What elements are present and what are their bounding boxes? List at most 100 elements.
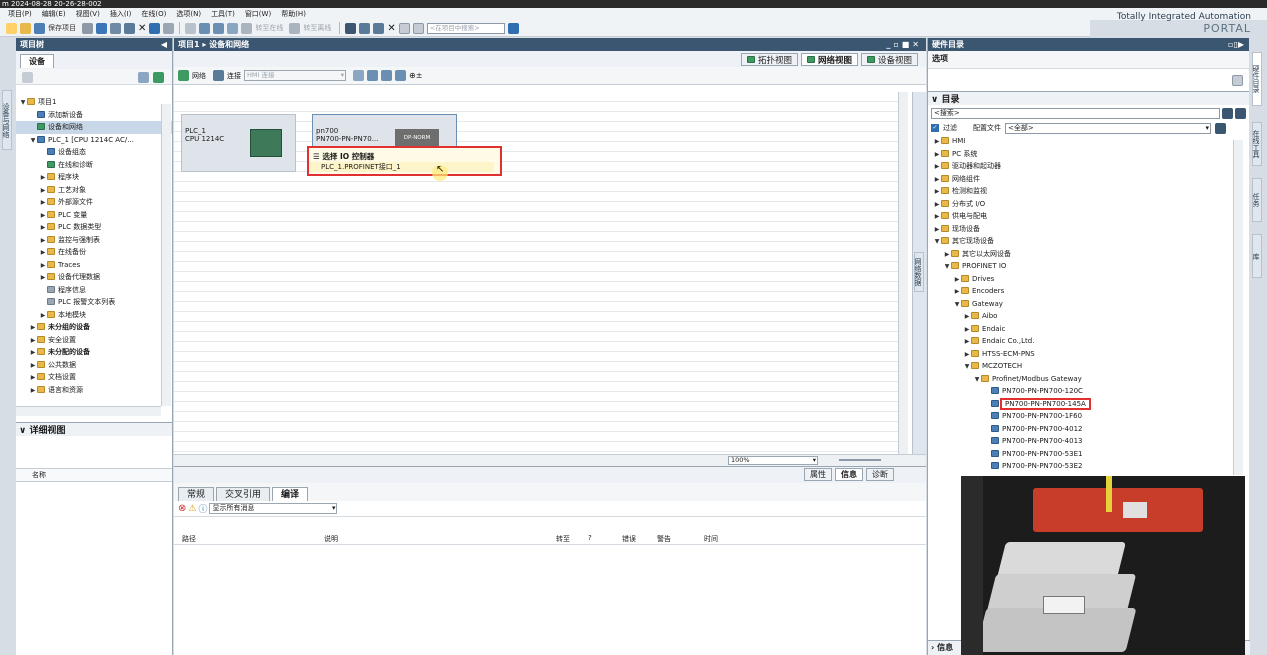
canvas-vscrollbar[interactable] bbox=[898, 92, 908, 454]
message-column-header[interactable]: ? bbox=[588, 534, 592, 542]
catalog-device-item[interactable]: PN700-PN-PN700-53E1 bbox=[933, 448, 1231, 461]
tab-devices[interactable]: 设备 bbox=[20, 54, 54, 68]
zoom-select[interactable]: 100% ▾ bbox=[728, 456, 818, 465]
search-down-icon[interactable] bbox=[1222, 107, 1233, 119]
project-tree-item[interactable]: 在线和诊断 bbox=[16, 159, 172, 172]
error-filter-icon[interactable]: ⊗ bbox=[178, 503, 186, 514]
view-tab-1[interactable]: 网络视图 bbox=[800, 53, 858, 66]
project-tree-item[interactable]: ▶ 语言和资源 bbox=[16, 384, 172, 396]
tree-view-icon[interactable] bbox=[22, 72, 33, 83]
split-editor-icon[interactable] bbox=[373, 22, 385, 34]
io-controller-option[interactable]: PLC_1.PROFINET接口_1 bbox=[309, 162, 494, 172]
split-horizontal-icon[interactable] bbox=[398, 22, 410, 34]
catalog-folder-item[interactable]: ▶ Endaic bbox=[933, 323, 1231, 336]
catalog-folder-item[interactable]: ▶ 驱动器和起动器 bbox=[933, 160, 1231, 173]
info-filter-icon[interactable]: ⓘ bbox=[198, 502, 207, 515]
catalog-device-item[interactable]: PN700-PN-PN700-120C bbox=[933, 385, 1231, 398]
copy-icon[interactable] bbox=[110, 22, 121, 34]
project-tree-item[interactable]: ▶ PLC 变量 bbox=[16, 209, 172, 222]
project-tree-scrollbar[interactable] bbox=[161, 104, 171, 406]
go-online-button[interactable]: 转至在线 bbox=[255, 23, 283, 33]
upload-icon[interactable] bbox=[213, 22, 225, 34]
catalog-folder-item[interactable]: ▶ Drives bbox=[933, 273, 1231, 286]
search-go-icon[interactable] bbox=[507, 22, 519, 34]
window-controls-icon[interactable]: _▫■✕ bbox=[886, 38, 922, 51]
catalog-options-icon[interactable] bbox=[1215, 122, 1226, 134]
connection-type-select[interactable]: HMI 连接 ▾ bbox=[244, 70, 346, 81]
catalog-folder-item[interactable]: ▼ MCZOTECH bbox=[933, 360, 1231, 373]
network-data-vtab[interactable]: 网络数据 bbox=[914, 252, 924, 292]
project-tree-item[interactable]: ▶ 安全设置 bbox=[16, 334, 172, 347]
inspector-tab-1[interactable]: 交叉引用 bbox=[216, 487, 271, 501]
message-column-header[interactable]: 警告 bbox=[657, 534, 671, 544]
project-tree-item[interactable]: 设备和网络 bbox=[16, 121, 172, 134]
catalog-scrollbar[interactable] bbox=[1233, 140, 1243, 475]
filter-checkbox[interactable]: ✓ bbox=[931, 124, 939, 132]
project-tree-item[interactable]: ▶ 未分组的设备 bbox=[16, 321, 172, 334]
menu-item-0[interactable]: 项目(P) bbox=[8, 9, 32, 19]
project-tree-item[interactable]: 程序信息 bbox=[16, 284, 172, 297]
connect-mode-icon[interactable] bbox=[213, 70, 224, 81]
delete-icon[interactable]: ✕ bbox=[138, 23, 146, 34]
network-mode-icon[interactable] bbox=[178, 70, 189, 81]
detail-view-header[interactable]: ∨ 详细视图 bbox=[16, 422, 172, 436]
inspector-top-tab-0[interactable]: 属性 bbox=[804, 468, 832, 481]
devices-networks-vtab[interactable]: 设备与网络 bbox=[2, 90, 12, 150]
collapse-panel-icon[interactable]: ◀ bbox=[161, 38, 167, 51]
message-column-header[interactable]: 时间 bbox=[704, 534, 718, 544]
catalog-folder-item[interactable]: ▶ 其它以太网设备 bbox=[933, 248, 1231, 261]
catalog-device-item[interactable]: PN700-PN-PN700-1F60 bbox=[933, 410, 1231, 423]
menu-item-4[interactable]: 在线(O) bbox=[141, 9, 166, 19]
plc-device-box[interactable]: PLC_1 CPU 1214C bbox=[181, 114, 296, 172]
profile-select[interactable]: <全部> ▾ bbox=[1005, 122, 1211, 134]
right-vtab-0[interactable]: 硬件目录 bbox=[1252, 52, 1262, 106]
catalog-folder-item[interactable]: ▼ PROFINET IO bbox=[933, 260, 1231, 273]
project-tree-item[interactable]: ▶ 程序块 bbox=[16, 171, 172, 184]
project-tree-item[interactable]: PLC 报警文本列表 bbox=[16, 296, 172, 309]
select-io-controller-popup[interactable]: ☰ 选择 IO 控制器 PLC_1.PROFINET接口_1 bbox=[307, 146, 502, 176]
right-vtab-3[interactable]: 库 bbox=[1252, 234, 1262, 278]
download-icon[interactable] bbox=[199, 22, 211, 34]
highlight-icon[interactable] bbox=[353, 70, 364, 81]
menu-item-8[interactable]: 帮助(H) bbox=[281, 9, 306, 19]
project-tree-item[interactable]: ▶ Traces bbox=[16, 259, 172, 272]
overview-icon[interactable] bbox=[138, 72, 149, 83]
cross-ref-icon[interactable] bbox=[359, 22, 371, 34]
go-offline-icon[interactable] bbox=[289, 22, 301, 34]
catalog-search-input[interactable]: <搜索> bbox=[931, 107, 1220, 119]
menu-item-2[interactable]: 视图(V) bbox=[76, 9, 100, 19]
view-tab-0[interactable]: 拓扑视图 bbox=[740, 53, 798, 66]
project-tree-hscrollbar[interactable] bbox=[16, 406, 161, 416]
close-editor-icon[interactable]: ✕ bbox=[387, 23, 395, 34]
search-up-icon[interactable] bbox=[1235, 107, 1246, 119]
right-vtab-1[interactable]: 在线工具 bbox=[1252, 122, 1262, 166]
inspector-tab-0[interactable]: 常规 bbox=[178, 487, 215, 501]
catalog-folder-item[interactable]: ▶ HTSS-ECM-PNS bbox=[933, 348, 1231, 361]
right-vtab-2[interactable]: 任务 bbox=[1252, 178, 1262, 222]
catalog-section-header[interactable]: ∨ 目录 bbox=[928, 91, 1249, 105]
menu-item-1[interactable]: 编辑(E) bbox=[42, 9, 66, 19]
inspector-tab-2[interactable]: 编译 bbox=[272, 487, 309, 501]
catalog-folder-item[interactable]: ▶ 现场设备 bbox=[933, 223, 1231, 236]
canvas-hscrollbar[interactable]: 100% ▾ bbox=[174, 454, 926, 466]
network-overview-icon[interactable] bbox=[367, 70, 378, 81]
grid-icon[interactable] bbox=[381, 70, 392, 81]
catalog-folder-item[interactable]: ▶ 网络组件 bbox=[933, 173, 1231, 186]
message-filter-select[interactable]: 显示所有消息 ▾ bbox=[209, 503, 338, 514]
message-column-header[interactable]: 转至 bbox=[556, 534, 570, 544]
inspector-top-tab-2[interactable]: 诊断 bbox=[866, 468, 894, 481]
save-icon[interactable] bbox=[34, 22, 45, 34]
project-tree-item[interactable]: ▶ 未分配的设备 bbox=[16, 346, 172, 359]
redo-icon[interactable] bbox=[163, 22, 175, 34]
add-device-icon[interactable] bbox=[153, 72, 164, 83]
chevron-right-icon[interactable]: ▶ bbox=[29, 385, 37, 396]
menu-item-3[interactable]: 插入(I) bbox=[110, 9, 132, 19]
project-tree-item[interactable]: ▶ 本地模块 bbox=[16, 309, 172, 322]
cut-icon[interactable] bbox=[96, 22, 107, 34]
inspector-top-tab-1[interactable]: 信息 bbox=[835, 468, 863, 481]
project-tree-item[interactable]: ▶ 文档设置 bbox=[16, 371, 172, 384]
catalog-folder-item[interactable]: ▶ Encoders bbox=[933, 285, 1231, 298]
message-column-header[interactable]: 路径 bbox=[182, 534, 196, 544]
undo-icon[interactable] bbox=[149, 22, 161, 34]
options-toggle-icon[interactable] bbox=[1232, 75, 1243, 86]
